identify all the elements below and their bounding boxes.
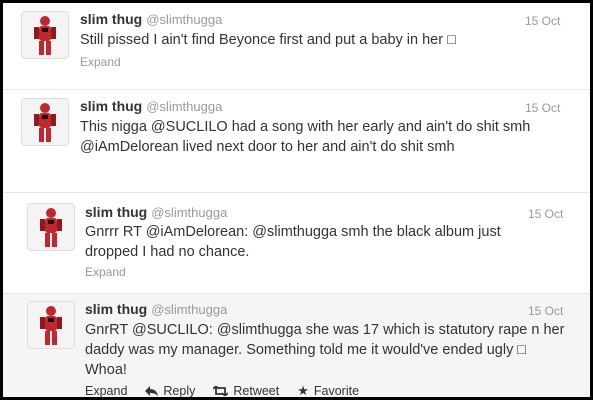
user-name[interactable]: slim thug @slimthugga bbox=[85, 204, 227, 220]
reply-button[interactable]: Reply bbox=[145, 383, 195, 397]
tweet-item[interactable]: slim thug @slimthugga 15 Oct Gnrrr RT @iA… bbox=[3, 193, 590, 294]
avatar-figure-icon bbox=[28, 204, 74, 250]
avatar[interactable] bbox=[27, 301, 75, 349]
avatar-figure-icon bbox=[22, 12, 68, 58]
avatar[interactable] bbox=[21, 11, 69, 59]
tweet-text: This nigga @SUCLILO had a song with her … bbox=[80, 119, 531, 155]
user-name-text[interactable]: slim thug bbox=[85, 204, 147, 220]
tweet-text: GnrRT @SUCLILO: @slimthugga she was 17 w… bbox=[85, 322, 565, 378]
retweet-icon bbox=[213, 386, 229, 396]
favorite-button[interactable]: ★ Favorite bbox=[297, 383, 359, 398]
avatar[interactable] bbox=[21, 98, 69, 146]
tweet-item[interactable]: slim thug @slimthugga 15 Oct GnrRT @SUCLI… bbox=[3, 294, 590, 397]
retweet-label[interactable]: Retweet bbox=[233, 384, 279, 397]
user-name-text[interactable]: slim thug bbox=[80, 11, 142, 27]
star-icon: ★ bbox=[297, 383, 309, 398]
user-name-text[interactable]: slim thug bbox=[80, 98, 142, 114]
tweet-item[interactable]: slim thug @slimthugga 15 Oct This nigga @… bbox=[3, 90, 590, 193]
reply-label[interactable]: Reply bbox=[163, 384, 195, 397]
user-handle[interactable]: @slimthugga bbox=[151, 302, 227, 317]
tweet-text: Gnrrr RT @iAmDelorean: @slimthugga smh t… bbox=[85, 224, 501, 260]
user-handle[interactable]: @slimthugga bbox=[146, 12, 222, 27]
user-name[interactable]: slim thug @slimthugga bbox=[85, 301, 227, 317]
tweet-timestamp[interactable]: 15 Oct bbox=[525, 101, 560, 115]
expand-link[interactable]: Expand bbox=[80, 55, 121, 69]
expand-link[interactable]: Expand bbox=[85, 265, 126, 279]
expand-link[interactable]: Expand bbox=[85, 383, 127, 397]
tweet-text: Still pissed I ain't find Beyonce first … bbox=[80, 32, 456, 48]
expand-label[interactable]: Expand bbox=[85, 384, 127, 397]
avatar-figure-icon bbox=[28, 302, 74, 348]
tweet-timeline: slim thug @slimthugga 15 Oct Still pissed… bbox=[0, 0, 593, 400]
tweet-timestamp[interactable]: 15 Oct bbox=[525, 14, 560, 28]
user-name[interactable]: slim thug @slimthugga bbox=[80, 11, 222, 27]
user-name[interactable]: slim thug @slimthugga bbox=[80, 98, 222, 114]
reply-arrow-icon bbox=[145, 386, 159, 396]
favorite-label[interactable]: Favorite bbox=[314, 384, 359, 397]
retweet-button[interactable]: Retweet bbox=[213, 383, 279, 397]
tweet-item[interactable]: slim thug @slimthugga 15 Oct Still pissed… bbox=[3, 3, 590, 90]
avatar[interactable] bbox=[27, 203, 75, 251]
user-handle[interactable]: @slimthugga bbox=[146, 99, 222, 114]
tweet-timestamp[interactable]: 15 Oct bbox=[528, 207, 563, 221]
user-handle[interactable]: @slimthugga bbox=[151, 205, 227, 220]
avatar-figure-icon bbox=[22, 99, 68, 145]
tweet-timestamp[interactable]: 15 Oct bbox=[528, 304, 563, 318]
tweet-actions: Expand Reply Retweet ★ Favorite bbox=[85, 383, 359, 398]
user-name-text[interactable]: slim thug bbox=[85, 301, 147, 317]
